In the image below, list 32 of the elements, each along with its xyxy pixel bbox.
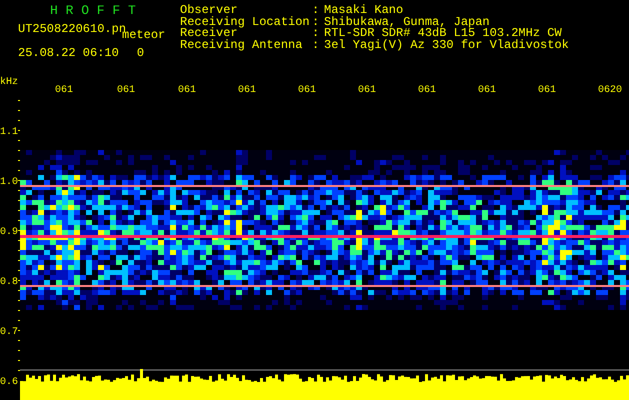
frequency-label: 0.6 (0, 377, 18, 388)
info-colon: : (312, 16, 320, 28)
time-label: 061 (298, 85, 316, 96)
app-title: H R O F F T (49, 4, 137, 18)
time-label: 061 (418, 85, 436, 96)
time-label: 061 (238, 85, 256, 96)
time-label: 061 (55, 85, 74, 96)
frequency-label: 0.7 (0, 327, 18, 338)
info-colon: : (312, 28, 320, 40)
info-value: 3el Yagi(V) Az 330 for Vladivostok (324, 40, 569, 51)
info-colon: : (312, 40, 320, 51)
time-label: 0620 (598, 85, 622, 96)
info-colon: : (312, 5, 320, 16)
frequency-unit: kHz (0, 77, 18, 88)
time-label: 061 (117, 85, 136, 96)
info-label: Receiving Antenna (180, 40, 304, 51)
time-label: 061 (478, 85, 496, 96)
info-value: Masaki Kano (324, 5, 404, 16)
info-label: Observer (180, 5, 238, 16)
info-value: RTL-SDR SDR# 43dB L15 103.2MHz CW (324, 28, 562, 40)
info-label: Receiver (180, 28, 238, 40)
timestamp: 25.08.22 06:10 (18, 46, 119, 60)
frequency-label: 0.8 (0, 277, 18, 288)
info-label: Receiving Location (180, 16, 311, 28)
time-label: 061 (178, 85, 196, 96)
time-label: 061 (358, 85, 376, 96)
info-value: Shibukawa, Gunma, Japan (324, 16, 490, 28)
frequency-label: 1.0 (0, 177, 18, 188)
frequency-label: 1.1 (0, 127, 18, 138)
time-label: 061 (538, 85, 556, 96)
frequency-label: 0.9 (0, 227, 18, 238)
detection-count: 0 (136, 46, 144, 60)
